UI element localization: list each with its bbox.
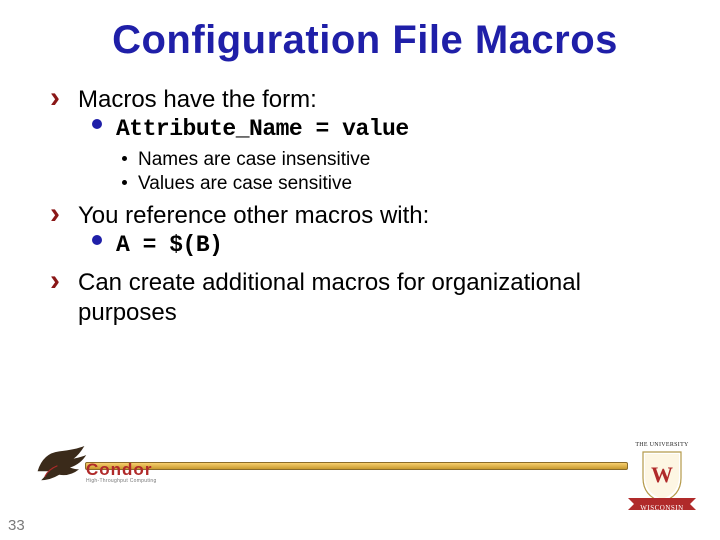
slide-content: Macros have the form: Attribute_Name = v…	[50, 85, 680, 328]
bullet-3: Can create additional macros for organiz…	[50, 268, 680, 328]
slide-title: Configuration File Macros	[50, 18, 680, 63]
bullet-2a-code: A = $(B)	[116, 232, 222, 258]
slide: Configuration File Macros Macros have th…	[0, 0, 720, 540]
svg-text:W: W	[651, 462, 673, 487]
footer: Condor High-Throughput Computing THE UNI…	[0, 446, 720, 526]
bullet-1: Macros have the form:	[50, 85, 680, 115]
bullet-dot-icon	[92, 119, 102, 129]
bullet-small-dot-icon	[122, 180, 127, 185]
bullet-small-dot-icon	[122, 156, 127, 161]
bullet-1a-i: Names are case insensitive	[50, 148, 680, 173]
condor-tagline: High-Throughput Computing	[86, 478, 157, 484]
page-number: 33	[8, 517, 25, 534]
bullet-1a-ii-text: Values are case sensitive	[138, 173, 352, 194]
bullet-2a: A = $(B)	[50, 229, 680, 260]
uw-wordmark: WISCONSIN	[626, 504, 698, 512]
bullet-2-text: You reference other macros with:	[78, 202, 429, 229]
bullet-1a-i-text: Names are case insensitive	[138, 149, 370, 170]
uw-top-text: THE UNIVERSITY	[632, 442, 692, 448]
uw-logo: THE UNIVERSITY W WISCONSIN	[632, 444, 692, 514]
uw-banner: WISCONSIN	[626, 496, 698, 512]
bullet-dot-icon	[92, 235, 102, 245]
condor-logo: Condor High-Throughput Computing	[40, 452, 180, 492]
condor-bird-icon	[34, 444, 88, 484]
bullet-1a-ii: Values are case sensitive	[50, 172, 680, 197]
condor-wordmark: Condor	[86, 460, 152, 480]
bullet-1a: Attribute_Name = value	[50, 113, 680, 144]
bullet-3-text: Can create additional macros for organiz…	[78, 269, 581, 326]
bullet-1-text: Macros have the form:	[78, 86, 317, 113]
bullet-1a-code: Attribute_Name = value	[116, 116, 409, 142]
bullet-2: You reference other macros with:	[50, 201, 680, 231]
